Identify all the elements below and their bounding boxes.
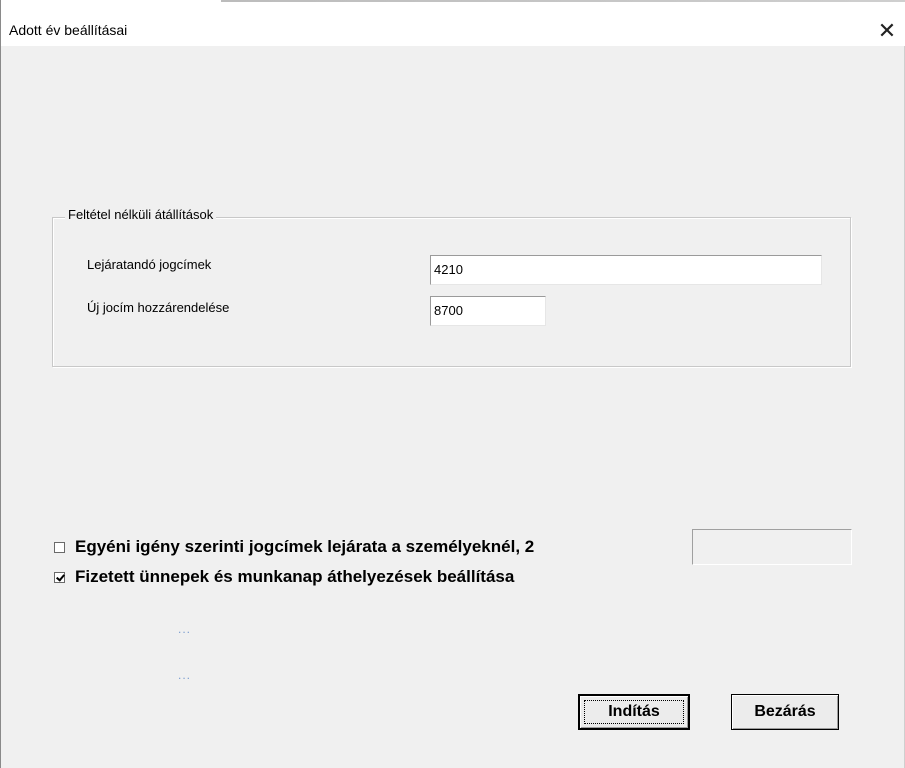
individual-expiry-label: Egyéni igény szerinti jogcímek lejárata … — [75, 537, 535, 556]
new-code-label: Új jocím hozzárendelése — [87, 300, 230, 315]
start-button[interactable]: Indítás — [578, 694, 690, 730]
individual-expiry-option[interactable]: Egyéni igény szerinti jogcímek lejárata … — [54, 537, 534, 557]
close-icon[interactable]: ✕ — [872, 16, 902, 46]
year-input-disabled — [692, 529, 852, 565]
focus-rectangle — [584, 700, 684, 724]
close-button-label: Bezárás — [754, 703, 816, 720]
expiring-codes-label: Lejáratandó jogcímek — [87, 257, 212, 272]
close-button[interactable]: Bezárás — [731, 694, 839, 730]
individual-expiry-checkbox[interactable] — [54, 541, 65, 553]
status-line-2: ... — [178, 668, 192, 682]
paid-holidays-label: Fizetett ünnepek és munkanap áthelyezése… — [75, 567, 515, 586]
dialog-window: Adott év beállításai ✕ Feltétel nélküli … — [0, 0, 905, 768]
group-box — [52, 217, 851, 367]
paid-holidays-checkbox[interactable] — [54, 571, 65, 583]
new-code-input[interactable]: 8700 — [430, 296, 546, 326]
status-line-1: ... — [178, 622, 192, 636]
expiring-codes-input[interactable]: 4210 — [430, 255, 822, 285]
window-title: Adott év beállításai — [9, 22, 128, 38]
paid-holidays-option[interactable]: Fizetett ünnepek és munkanap áthelyezése… — [54, 567, 514, 587]
group-box-legend: Feltétel nélküli átállítások — [65, 207, 217, 222]
title-bar[interactable]: Adott év beállításai ✕ — [1, 2, 905, 46]
